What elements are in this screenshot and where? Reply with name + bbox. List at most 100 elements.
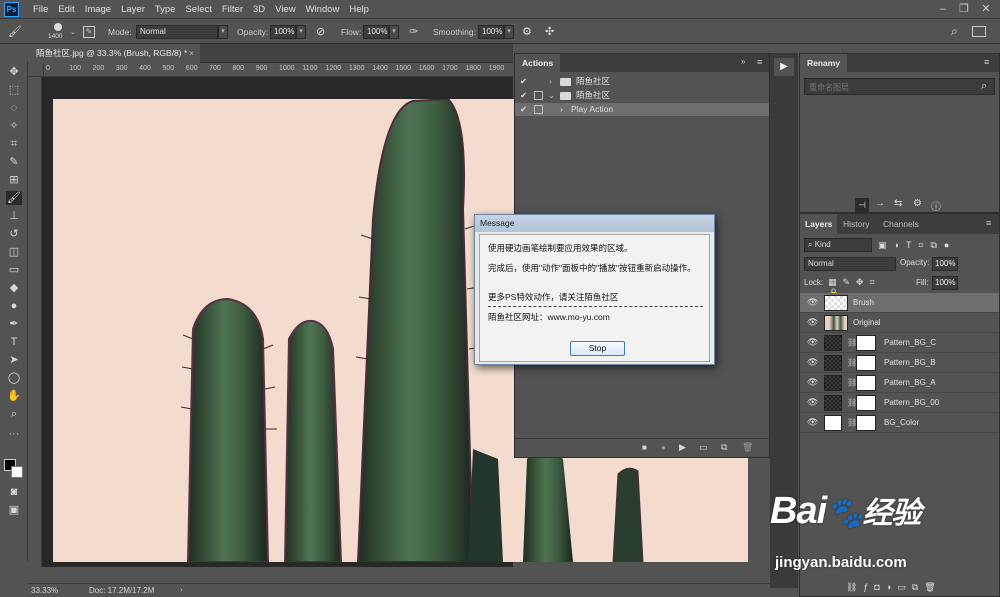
eye-icon[interactable]: 👁 [807, 417, 818, 427]
pressure-opacity-icon[interactable]: ⊘ [316, 25, 325, 38]
stop-button[interactable]: Stop [570, 341, 625, 356]
sync-icon[interactable]: ⇆ [894, 198, 902, 209]
new-set-icon[interactable]: ▭ [699, 442, 708, 453]
close-tab-icon[interactable]: × [189, 44, 194, 63]
opacity-input[interactable]: 100% [270, 25, 296, 39]
kind-filter-select[interactable]: ⌕ Kind [804, 238, 872, 252]
eye-icon[interactable]: 👁 [807, 297, 818, 307]
stop-recording-icon[interactable]: ■ [642, 443, 647, 452]
workspace-icon[interactable] [972, 26, 986, 37]
checkmark-icon[interactable]: ✔ [520, 75, 527, 88]
rename-icon[interactable]: ⊣ [855, 198, 869, 212]
collapse-icon[interactable]: » [741, 57, 745, 66]
stamp-tool-icon[interactable]: ⊥ [6, 209, 22, 223]
symmetry-icon[interactable]: ✣ [545, 25, 554, 38]
eraser-tool-icon[interactable]: ◫ [6, 245, 22, 259]
layer-row-brush[interactable]: 👁 Brush [800, 293, 999, 313]
menu-filter[interactable]: Filter [222, 0, 249, 19]
opacity-dropdown-icon[interactable]: ▾ [296, 25, 306, 39]
blend-mode-select[interactable]: Normal [804, 257, 896, 271]
checkmark-icon[interactable]: ✔ [520, 103, 527, 116]
tab-actions[interactable]: Actions [515, 54, 561, 72]
close-icon[interactable]: ✕ [978, 2, 994, 17]
menu-window[interactable]: Window [306, 0, 346, 19]
layer-opacity-input[interactable]: 100% [932, 257, 958, 271]
type-tool-icon[interactable]: T [6, 335, 22, 349]
chevron-down-icon[interactable]: ⌄ [70, 28, 76, 36]
panel-menu-icon[interactable]: ≡ [986, 218, 991, 228]
filter-icons[interactable]: ▣◑T⌗⧉● [878, 238, 993, 252]
lasso-tool-icon[interactable]: ◌ [6, 101, 22, 115]
dodge-tool-icon[interactable]: ● [6, 299, 22, 313]
eye-icon[interactable]: 👁 [807, 397, 818, 407]
dialog-toggle-icon[interactable] [534, 105, 543, 114]
quick-mask-icon[interactable]: ◙ [6, 485, 22, 499]
frame-tool-icon[interactable]: ⊞ [6, 173, 22, 187]
flow-input[interactable]: 100% [363, 25, 389, 39]
layer-row-pattern-c[interactable]: 👁 ⛓ Pattern_BG_C [800, 333, 999, 353]
menu-file[interactable]: File [33, 0, 54, 19]
menu-3d[interactable]: 3D [253, 0, 271, 19]
eye-icon[interactable]: 👁 [807, 317, 818, 327]
blur-tool-icon[interactable]: ◆ [6, 281, 22, 295]
layer-row-original[interactable]: 👁 Original [800, 313, 999, 333]
document-tab[interactable]: 陌鱼社区.jpg @ 33.3% (Brush, RGB/8) * × [28, 44, 200, 63]
action-step-row[interactable]: ✔ › Play Action [515, 103, 769, 116]
tab-renamy[interactable]: Renamy [800, 54, 848, 72]
menu-edit[interactable]: Edit [58, 0, 80, 19]
layers-footer-icons[interactable]: ⛓ƒ◘◑▭⧉🗑 [846, 582, 996, 596]
eyedropper-icon[interactable]: ✎ [6, 155, 22, 169]
expand-chevron-icon[interactable]: › [560, 103, 563, 116]
eye-icon[interactable]: 👁 [807, 377, 818, 387]
zoom-level[interactable]: 33.33% [31, 586, 58, 595]
menu-view[interactable]: View [275, 0, 301, 19]
marquee-tool-icon[interactable]: ⬚ [6, 83, 22, 97]
record-icon[interactable]: ● [661, 443, 666, 452]
play-icon[interactable]: ▶ [774, 58, 794, 76]
pen-tool-icon[interactable]: ✒ [6, 317, 22, 331]
menu-type[interactable]: Type [155, 0, 182, 19]
search-icon[interactable]: ⌕ [981, 80, 987, 93]
eye-icon[interactable]: 👁 [807, 357, 818, 367]
layer-row-pattern-b[interactable]: 👁 ⛓ Pattern_BG_B [800, 353, 999, 373]
new-action-icon[interactable]: ⧉ [721, 442, 727, 453]
delete-icon[interactable]: 🗑 [742, 442, 753, 453]
brush-tool-icon[interactable]: 🖌 [6, 191, 22, 205]
screen-mode-icon[interactable]: ▣ [6, 503, 22, 517]
mode-dropdown-icon[interactable]: ▾ [218, 25, 228, 39]
brush-settings-icon[interactable]: ✎ [83, 26, 95, 38]
layer-mask-thumbnail[interactable] [856, 355, 876, 371]
menu-layer[interactable]: Layer [121, 0, 151, 19]
tab-layers[interactable]: Layers [800, 214, 838, 234]
tab-history[interactable]: History [838, 214, 874, 234]
flow-dropdown-icon[interactable]: ▾ [389, 25, 399, 39]
panel-menu-icon[interactable]: ≡ [984, 57, 989, 67]
tab-channels[interactable]: Channels [878, 214, 924, 234]
gradient-tool-icon[interactable]: ▭ [6, 263, 22, 277]
layer-row-pattern-a[interactable]: 👁 ⛓ Pattern_BG_A [800, 373, 999, 393]
brush-preset-picker[interactable]: 1400 [48, 22, 68, 42]
background-color-swatch[interactable] [11, 466, 23, 478]
smoothing-dropdown-icon[interactable]: ▾ [504, 25, 514, 39]
minimize-icon[interactable]: – [935, 2, 951, 17]
play-icon[interactable]: ▶ [679, 442, 686, 453]
layer-row-bg-color[interactable]: 👁 ⛓ BG_Color [800, 413, 999, 433]
layer-mask-thumbnail[interactable] [856, 415, 876, 431]
lock-icons[interactable]: ▦✎✥⌗🔒 [828, 277, 896, 298]
status-menu-icon[interactable]: › [180, 585, 183, 594]
action-row[interactable]: ✔ ⌄ 陌鱼社区 [515, 89, 769, 102]
menu-image[interactable]: Image [85, 0, 117, 19]
dialog-toggle-icon[interactable] [534, 91, 543, 100]
zoom-tool-icon[interactable]: ⌕ [6, 407, 22, 421]
rename-input[interactable]: 重命名图层 ⌕ [804, 78, 995, 95]
search-icon[interactable]: ⌕ [951, 24, 958, 39]
fill-input[interactable]: 100% [932, 276, 958, 290]
smoothing-gear-icon[interactable]: ⚙ [522, 25, 532, 38]
panel-menu-icon[interactable]: ≡ [757, 57, 762, 67]
move-tool-icon[interactable]: ✥ [6, 65, 22, 79]
ruler-origin[interactable] [28, 63, 44, 77]
settings-icon[interactable]: ⚙ [913, 198, 922, 209]
menu-select[interactable]: Select [185, 0, 217, 19]
arrow-right-icon[interactable]: → [875, 198, 885, 209]
layer-mask-thumbnail[interactable] [856, 375, 876, 391]
